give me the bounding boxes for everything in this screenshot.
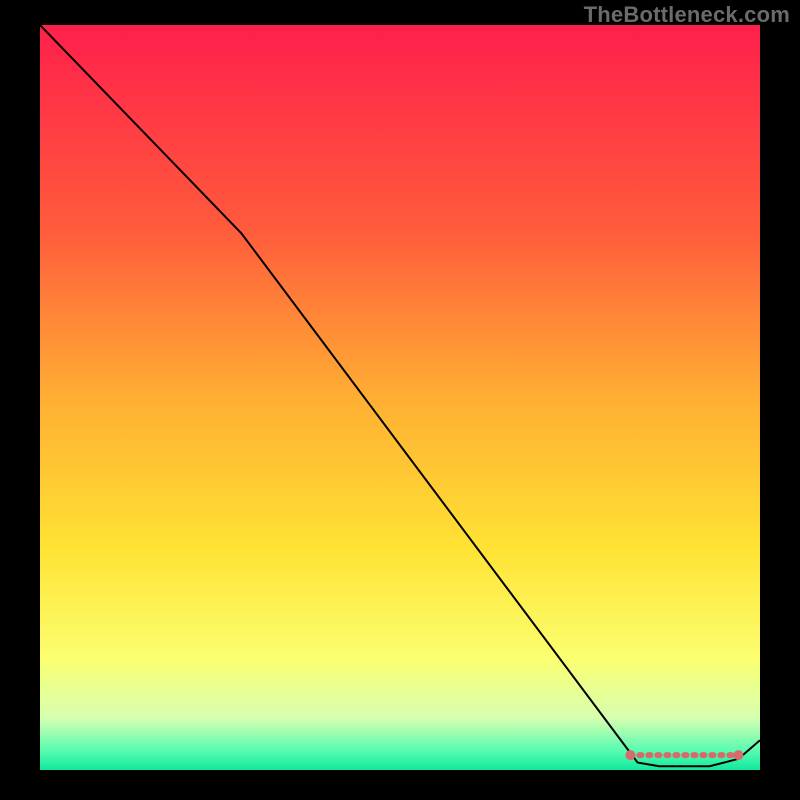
chart-frame: TheBottleneck.com (0, 0, 800, 800)
chart-svg (40, 25, 760, 770)
sweet-spot-endpoint (733, 750, 743, 760)
plot-area (40, 25, 760, 770)
sweet-spot-endpoint (625, 750, 635, 760)
